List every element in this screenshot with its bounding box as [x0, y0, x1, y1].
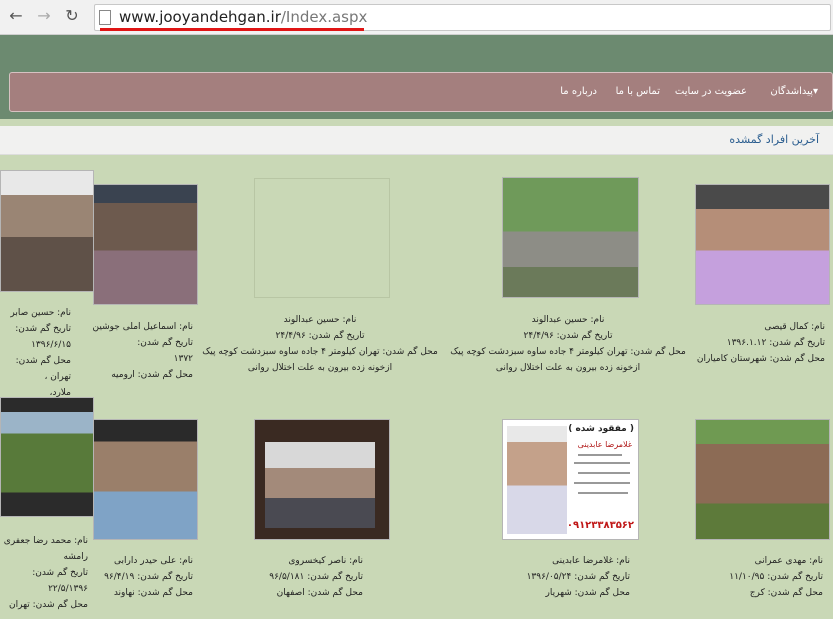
caption-place: محل گم شدن: شهرستان کامیاران [696, 354, 825, 364]
poster-text-line [574, 462, 630, 464]
url-path: /Index.aspx [280, 8, 368, 26]
caption-date: تاریخ گم شدن: ۱۱/۱۰/۹۵ [729, 572, 823, 582]
caption-place: محل گم شدن: تهران [9, 600, 88, 610]
caption-place: محل گم شدن: اصفهان [276, 588, 363, 598]
person-caption: نام: حسین صابر تاریخ گم شدن: ۱۳۹۶/۶/۱۵ م… [0, 305, 71, 401]
caption-place: محل گم شدن: ارومیه [111, 370, 193, 380]
caption-date: ۲۲/۵/۱۳۹۶ [48, 584, 88, 594]
person-caption: نام: حسین عبدالوند تاریخ گم شدن: ۲۴/۴/۹۶… [200, 312, 440, 376]
caption-name: نام: محمد رضا جعفری [3, 536, 88, 546]
reload-icon[interactable]: ↻ [62, 6, 82, 26]
inner-photo [265, 442, 375, 528]
caption-name: نام: حسین صابر [10, 308, 71, 318]
nav-found-people[interactable]: پیداشدگان▾ [770, 86, 818, 97]
caption-place: محل گم شدن: تهران کیلومتر ۴ جاده ساوه سب… [450, 347, 686, 357]
poster-photo [507, 426, 567, 534]
caption-name: نام: حسین عبدالوند [531, 315, 605, 325]
back-icon[interactable]: ← [6, 6, 26, 26]
caption-date-label: تاریخ گم شدن: [32, 568, 88, 578]
person-photo[interactable] [695, 419, 830, 540]
caption-place: محل گم شدن: نهاوند [113, 588, 193, 598]
caption-place: محل گم شدن: تهران ، [15, 356, 71, 382]
page-icon [99, 10, 111, 25]
person-photo[interactable] [93, 419, 198, 540]
poster-text-line [578, 454, 622, 456]
caption-note: ازخونه زده بیرون به علت اختلال روانی [247, 363, 393, 373]
url-domain: www.jooyandehgan.ir [119, 8, 281, 26]
person-photo[interactable] [502, 177, 639, 298]
person-photo[interactable] [0, 170, 94, 292]
poster-title: ( مفقود شده ) [568, 424, 634, 434]
caption-date-label: تاریخ گم شدن: [15, 324, 71, 334]
poster-phone: ۰۹۱۲۳۳۸۳۵۶۲ [566, 520, 634, 531]
person-caption: نام: ناصر کیخسروی تاریخ گم شدن: ۹۶/۵/۱۸۱… [253, 553, 363, 601]
person-photo[interactable] [93, 184, 198, 305]
nav-signup[interactable]: عضویت در سایت [675, 86, 747, 97]
person-caption: نام: اسماعیل املی جوشین تاریخ گم شدن: ۱۳… [83, 319, 193, 383]
caption-name: نام: ناصر کیخسروی [288, 556, 363, 566]
person-caption: نام: کمال قیصی تاریخ گم شدن: ۱۳۹۶.۱.۱۲ م… [685, 319, 825, 367]
caption-date: تاریخ گم شدن: ۹۶/۵/۱۸۱ [269, 572, 363, 582]
person-caption: نام: محمد رضا جعفری رامشه تاریخ گم شدن: … [0, 533, 88, 613]
url-text: www.jooyandehgan.ir/Index.aspx [119, 8, 367, 26]
main-navbar: پیداشدگان▾ عضویت در سایت تماس با ما دربا… [9, 72, 833, 112]
caption-date: تاریخ گم شدن: ۱۳۹۶/۰۵/۲۴ [526, 572, 630, 582]
person-photo[interactable] [695, 184, 830, 305]
missing-poster[interactable]: ( مفقود شده ) غلامرضا عابدینی ۰۹۱۲۳۳۸۳۵۶… [502, 419, 639, 540]
url-underline-mark [100, 28, 364, 31]
caption-note: ازخونه زده بیرون به علت اختلال روانی [495, 363, 641, 373]
nav-about[interactable]: درباره ما [560, 86, 597, 97]
caption-date: تاریخ گم شدن: ۹۶/۴/۱۹ [104, 572, 193, 582]
caption-name-cont: رامشه [63, 552, 88, 562]
caption-name: نام: غلامرضا عابدینی [552, 556, 630, 566]
caption-date: تاریخ گم شدن: ۱۳۹۶.۱.۱۲ [726, 338, 825, 348]
poster-text-line [574, 482, 630, 484]
nav-contact[interactable]: تماس با ما [616, 86, 660, 97]
caption-name: نام: علی حیدر دارابی [114, 556, 193, 566]
section-header: آخرین افراد گمشده [0, 126, 833, 155]
caption-date: ۱۳۷۲ [173, 354, 193, 364]
caption-place: محل گم شدن: تهران کیلومتر ۴ جاده ساوه سب… [202, 347, 438, 357]
caption-name: نام: حسین عبدالوند [283, 315, 357, 325]
poster-text-line [578, 492, 628, 494]
caption-place: محل گم شدن: کرج [749, 588, 823, 598]
caption-name: نام: اسماعیل املی جوشین [92, 322, 193, 332]
poster-text-line [578, 472, 630, 474]
caption-date: تاریخ گم شدن: ۲۴/۴/۹۶ [523, 331, 613, 341]
forward-icon[interactable]: → [34, 6, 54, 26]
caption-date: تاریخ گم شدن: ۲۴/۴/۹۶ [275, 331, 365, 341]
address-bar[interactable]: www.jooyandehgan.ir/Index.aspx [94, 4, 831, 31]
caption-name: نام: کمال قیصی [764, 322, 825, 332]
broken-image-icon[interactable] [254, 178, 390, 298]
person-photo[interactable] [254, 419, 390, 540]
person-photo[interactable] [0, 397, 94, 517]
person-caption: نام: غلامرضا عابدینی تاریخ گم شدن: ۱۳۹۶/… [500, 553, 630, 601]
caption-date: ۱۳۹۶/۶/۱۵ [31, 340, 71, 350]
person-caption: نام: حسین عبدالوند تاریخ گم شدن: ۲۴/۴/۹۶… [448, 312, 688, 376]
section-title[interactable]: آخرین افراد گمشده [729, 133, 819, 146]
poster-name: غلامرضا عابدینی [577, 440, 632, 449]
caption-place: محل گم شدن: شهریار [545, 588, 630, 598]
person-caption: نام: علی حیدر دارابی تاریخ گم شدن: ۹۶/۴/… [93, 553, 193, 601]
caption-date-label: تاریخ گم شدن: [137, 338, 193, 348]
person-caption: نام: مهدی عمرانی تاریخ گم شدن: ۱۱/۱۰/۹۵ … [703, 553, 823, 601]
caption-name: نام: مهدی عمرانی [754, 556, 823, 566]
